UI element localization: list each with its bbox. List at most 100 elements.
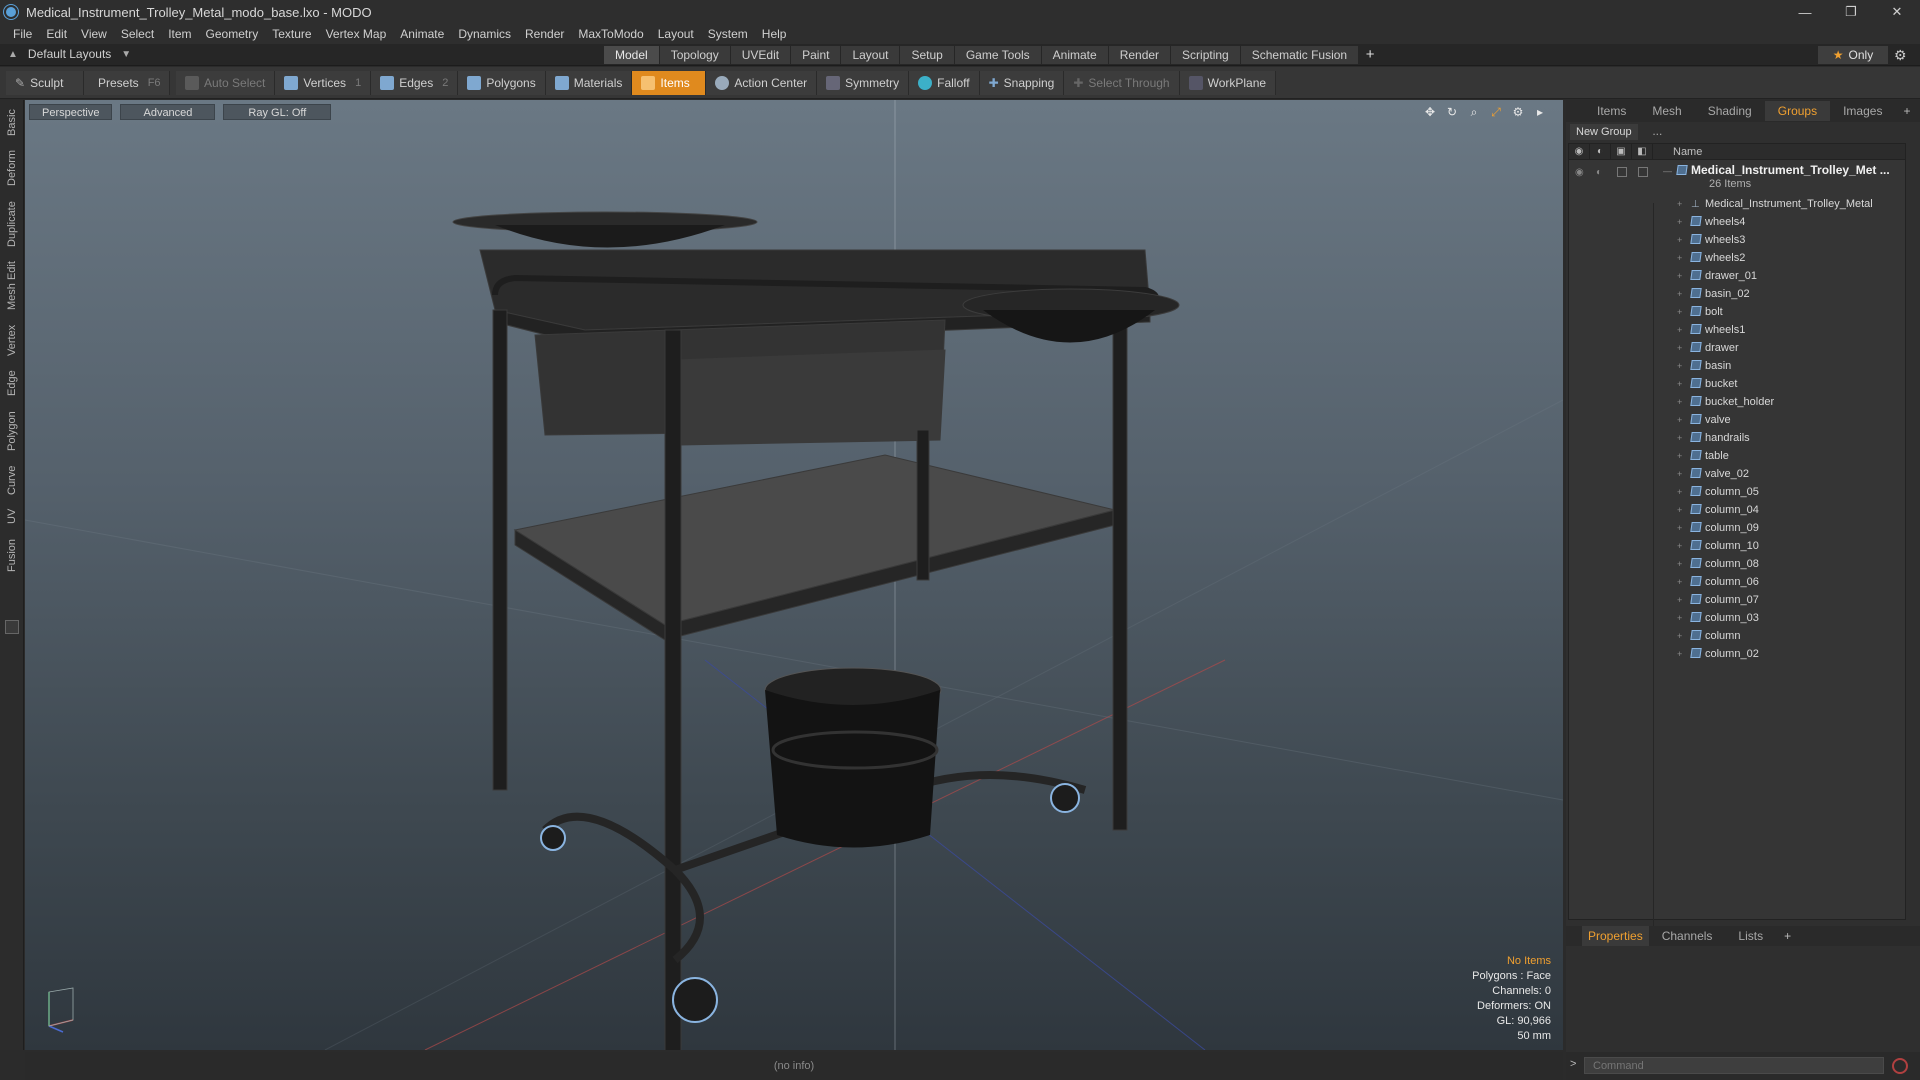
- menu-dynamics[interactable]: Dynamics: [451, 27, 518, 41]
- lock-column-icon[interactable]: ▣: [1611, 143, 1632, 160]
- side-tab-mesh-edit[interactable]: Mesh Edit: [4, 258, 20, 314]
- sculpt-button[interactable]: ✎ Sculpt: [6, 70, 84, 95]
- menu-file[interactable]: File: [6, 27, 39, 41]
- list-item[interactable]: + bolt: [1569, 304, 1905, 322]
- minimize-button[interactable]: —: [1782, 0, 1828, 24]
- expand-icon[interactable]: +: [1677, 343, 1682, 353]
- command-clear-icon[interactable]: [1892, 1058, 1908, 1074]
- tab-render[interactable]: Render: [1108, 46, 1172, 64]
- group-select-checkbox[interactable]: [1638, 167, 1648, 177]
- expand-icon[interactable]: +: [1677, 505, 1682, 515]
- side-tab-polygon[interactable]: Polygon: [4, 406, 20, 456]
- snapping-button[interactable]: ✚ Snapping: [979, 70, 1065, 95]
- group-lock-checkbox[interactable]: [1617, 167, 1627, 177]
- side-tab-basic[interactable]: Basic: [4, 106, 20, 140]
- list-item[interactable]: + column: [1569, 628, 1905, 646]
- pan-icon[interactable]: ✥: [1423, 105, 1437, 119]
- expand-icon[interactable]: +: [1677, 415, 1682, 425]
- tab-mesh[interactable]: Mesh ...: [1639, 101, 1694, 138]
- list-item[interactable]: + column_10: [1569, 538, 1905, 556]
- add-panel-tab-icon[interactable]: +: [1895, 104, 1918, 118]
- visibility-column-icon[interactable]: ◉: [1569, 143, 1590, 160]
- add-tab-icon[interactable]: +: [1359, 46, 1381, 64]
- menu-texture[interactable]: Texture: [265, 27, 318, 41]
- expand-icon[interactable]: +: [1677, 523, 1682, 533]
- list-item[interactable]: + valve: [1569, 412, 1905, 430]
- expand-icon[interactable]: +: [1677, 379, 1682, 389]
- tab-properties[interactable]: Properties: [1582, 926, 1649, 946]
- shading-advanced-button[interactable]: Advanced: [120, 104, 216, 120]
- add-bottom-tab-icon[interactable]: +: [1776, 929, 1799, 943]
- gear-icon[interactable]: ⚙: [1894, 47, 1907, 64]
- presets-button[interactable]: Presets F6: [84, 70, 170, 95]
- symmetry-button[interactable]: Symmetry: [817, 70, 910, 95]
- expand-icon[interactable]: +: [1677, 451, 1682, 461]
- action-center-button[interactable]: Action Center: [706, 70, 818, 95]
- view-perspective-button[interactable]: Perspective: [29, 104, 113, 120]
- expand-icon[interactable]: +: [1677, 433, 1682, 443]
- only-button[interactable]: ★ Only: [1818, 46, 1888, 64]
- menu-item[interactable]: Item: [161, 27, 198, 41]
- list-item[interactable]: + column_08: [1569, 556, 1905, 574]
- group-eye-icon[interactable]: ◉: [1575, 167, 1584, 178]
- expand-icon[interactable]: +: [1677, 577, 1682, 587]
- viewport-menu-icon[interactable]: ▸: [1533, 105, 1547, 119]
- list-item[interactable]: + column_02: [1569, 646, 1905, 664]
- tab-model[interactable]: Model: [604, 46, 660, 64]
- tab-groups[interactable]: Groups: [1764, 101, 1831, 121]
- menu-view[interactable]: View: [74, 27, 114, 41]
- expand-icon[interactable]: +: [1677, 613, 1682, 623]
- menu-render[interactable]: Render: [518, 27, 571, 41]
- expand-icon[interactable]: +: [1677, 217, 1682, 227]
- expand-icon[interactable]: +: [1677, 253, 1682, 263]
- list-item[interactable]: + basin_02: [1569, 286, 1905, 304]
- list-item[interactable]: + drawer_01: [1569, 268, 1905, 286]
- falloff-button[interactable]: Falloff: [909, 70, 980, 95]
- list-item[interactable]: + ⊥ Medical_Instrument_Trolley_Metal: [1569, 196, 1905, 214]
- menu-select[interactable]: Select: [114, 27, 161, 41]
- collapse-icon[interactable]: —: [1663, 166, 1672, 176]
- command-input[interactable]: [1584, 1057, 1884, 1074]
- restore-button[interactable]: ❐: [1828, 0, 1874, 24]
- menu-geometry[interactable]: Geometry: [199, 27, 266, 41]
- list-item[interactable]: + column_04: [1569, 502, 1905, 520]
- expand-icon[interactable]: +: [1677, 649, 1682, 659]
- expand-icon[interactable]: +: [1677, 199, 1682, 209]
- render-column-icon[interactable]: ◐: [1590, 143, 1611, 160]
- side-tab-vertex[interactable]: Vertex: [4, 320, 20, 360]
- list-item[interactable]: + wheels2: [1569, 250, 1905, 268]
- tab-shading[interactable]: Shading: [1695, 101, 1765, 121]
- tab-uvedit[interactable]: UVEdit: [730, 46, 792, 64]
- tab-game-tools[interactable]: Game Tools: [954, 46, 1042, 64]
- zoom-icon[interactable]: ⌕: [1467, 105, 1481, 119]
- expand-icon[interactable]: +: [1677, 631, 1682, 641]
- select-column-icon[interactable]: ◧: [1632, 143, 1653, 160]
- expand-icon[interactable]: +: [1677, 325, 1682, 335]
- expand-icon[interactable]: +: [1677, 271, 1682, 281]
- list-item[interactable]: + bucket_holder: [1569, 394, 1905, 412]
- tab-lists[interactable]: Lists: [1725, 926, 1776, 946]
- new-group-button[interactable]: New Group: [1570, 124, 1638, 140]
- side-tab-deform[interactable]: Deform: [4, 146, 20, 190]
- expand-icon[interactable]: +: [1677, 469, 1682, 479]
- list-item[interactable]: + column_05: [1569, 484, 1905, 502]
- list-item[interactable]: + handrails: [1569, 430, 1905, 448]
- list-item[interactable]: + wheels1: [1569, 322, 1905, 340]
- tab-animate[interactable]: Animate: [1041, 46, 1109, 64]
- expand-icon[interactable]: +: [1677, 397, 1682, 407]
- tab-schematic-fusion[interactable]: Schematic Fusion: [1240, 46, 1360, 64]
- expand-icon[interactable]: +: [1677, 289, 1682, 299]
- tab-items[interactable]: Items: [1584, 101, 1639, 121]
- list-item[interactable]: + drawer: [1569, 340, 1905, 358]
- list-item[interactable]: + wheels4: [1569, 214, 1905, 232]
- menu-edit[interactable]: Edit: [39, 27, 74, 41]
- tab-images[interactable]: Images: [1830, 101, 1895, 121]
- layout-selector[interactable]: ▲ Default Layouts ▼: [8, 47, 131, 61]
- side-tab-uv[interactable]: UV: [4, 504, 20, 528]
- tab-paint[interactable]: Paint: [791, 46, 842, 64]
- list-item[interactable]: + basin: [1569, 358, 1905, 376]
- side-tab-duplicate[interactable]: Duplicate: [4, 196, 20, 252]
- side-tab-edge[interactable]: Edge: [4, 366, 20, 400]
- vertices-button[interactable]: Vertices 1: [275, 70, 372, 95]
- items-button[interactable]: Items: [632, 70, 707, 95]
